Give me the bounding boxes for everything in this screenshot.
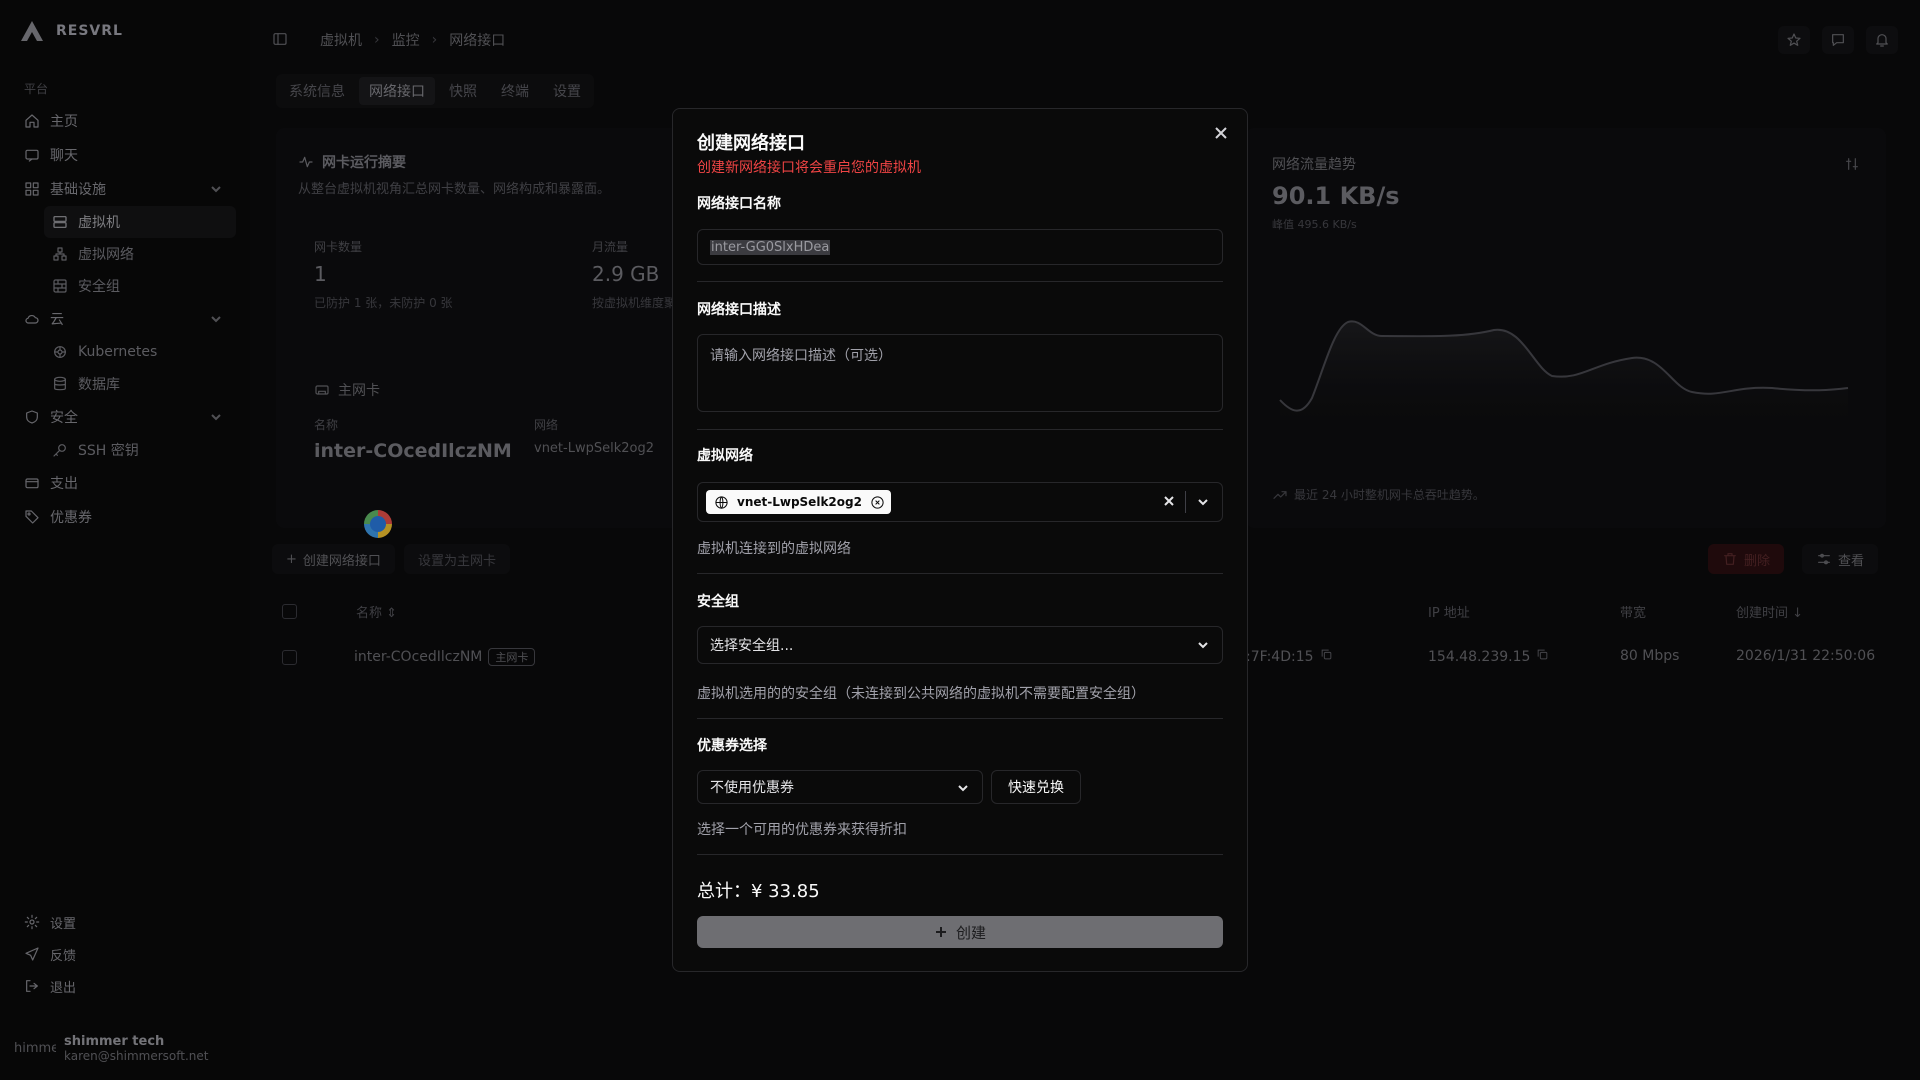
clear-selection-icon[interactable] bbox=[1162, 494, 1176, 512]
vnet-chip: vnet-LwpSelk2og2 bbox=[706, 490, 891, 514]
create-button[interactable]: 创建 bbox=[697, 916, 1223, 948]
nic-name-input[interactable]: inter-GG0SlxHDea bbox=[697, 229, 1223, 265]
dialog-warning: 创建新网络接口将会重启您的虚拟机 bbox=[697, 160, 921, 176]
security-group-field-label: 安全组 bbox=[697, 594, 739, 610]
coupon-help-text: 选择一个可用的优惠券来获得折扣 bbox=[697, 822, 907, 838]
nic-name-input-value: inter-GG0SlxHDea bbox=[710, 239, 831, 255]
create-nic-dialog: 创建网络接口 创建新网络接口将会重启您的虚拟机 网络接口名称 inter-GG0… bbox=[672, 108, 1248, 972]
nic-desc-field-label: 网络接口描述 bbox=[697, 302, 781, 318]
vnet-help-text: 虚拟机连接到的虚拟网络 bbox=[697, 541, 851, 557]
divider bbox=[697, 718, 1223, 719]
security-group-help-text: 虚拟机选用的的安全组（未连接到公共网络的虚拟机不需要配置安全组） bbox=[697, 686, 1145, 702]
close-icon bbox=[1215, 127, 1227, 139]
globe-icon bbox=[715, 495, 728, 509]
nic-name-field-label: 网络接口名称 bbox=[697, 196, 781, 212]
coupon-select-value: 不使用优惠券 bbox=[710, 780, 794, 796]
chevron-down-icon[interactable] bbox=[1196, 495, 1210, 513]
remove-chip-icon[interactable] bbox=[870, 495, 885, 510]
chevron-down-icon bbox=[956, 781, 970, 799]
dialog-title: 创建网络接口 bbox=[697, 133, 805, 154]
chevron-down-icon bbox=[1196, 638, 1210, 656]
total-price: 总计：¥ 33.85 bbox=[697, 881, 820, 902]
coupon-select[interactable]: 不使用优惠券 bbox=[697, 770, 983, 804]
divider bbox=[697, 429, 1223, 430]
divider bbox=[697, 281, 1223, 282]
close-button[interactable] bbox=[1213, 125, 1229, 145]
quick-redeem-button[interactable]: 快速兑换 bbox=[991, 770, 1081, 804]
security-group-select[interactable]: 选择安全组... bbox=[697, 626, 1223, 664]
plus-icon bbox=[935, 927, 946, 937]
divider bbox=[697, 854, 1223, 855]
vnet-field-label: 虚拟网络 bbox=[697, 448, 753, 464]
nic-desc-textarea[interactable]: 请输入网络接口描述（可选） bbox=[697, 334, 1223, 412]
vnet-chip-label: vnet-LwpSelk2og2 bbox=[737, 495, 862, 509]
vnet-multiselect[interactable]: vnet-LwpSelk2og2 bbox=[697, 482, 1223, 522]
security-group-select-value: 选择安全组... bbox=[710, 638, 794, 654]
coupon-field-label: 优惠券选择 bbox=[697, 738, 767, 754]
create-button-label: 创建 bbox=[955, 923, 986, 942]
divider bbox=[697, 573, 1223, 574]
divider bbox=[1185, 491, 1186, 513]
